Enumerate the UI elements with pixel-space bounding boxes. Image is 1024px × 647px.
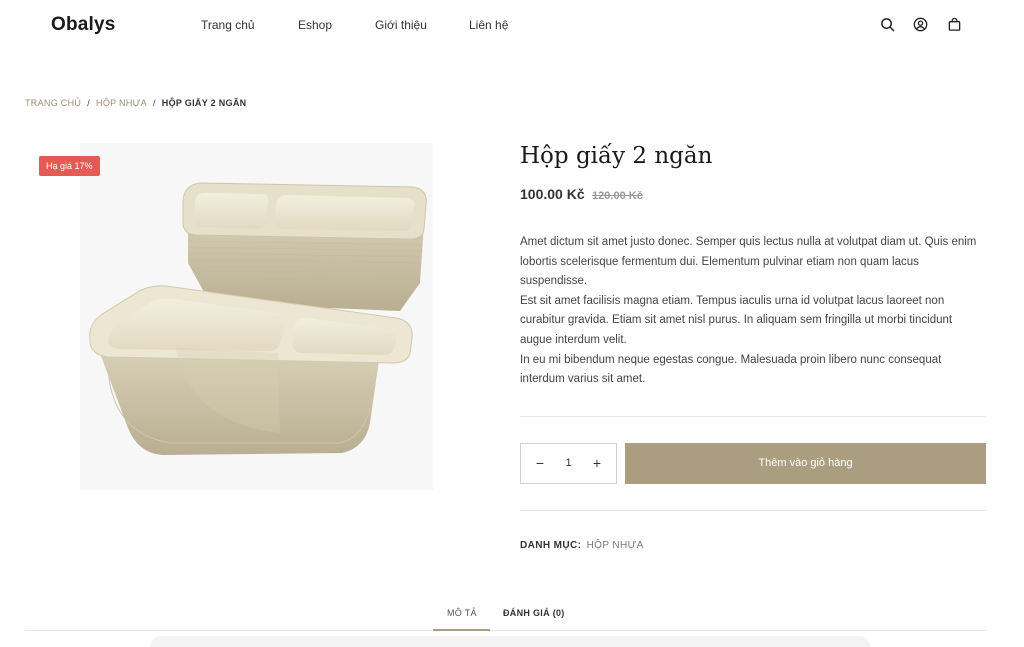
old-price: 120.00 Kč [592, 190, 643, 202]
product-description: Amet dictum sit amet justo donec. Semper… [520, 233, 986, 390]
tab-description[interactable]: MÔ TẢ [447, 608, 477, 618]
current-price: 100.00 Kč [520, 186, 585, 202]
sale-badge: Hạ giá 17% [39, 156, 100, 176]
quantity-stepper: − + [520, 443, 617, 484]
nav-item-eshop[interactable]: Eshop [298, 18, 332, 32]
breadcrumb-home[interactable]: TRANG CHỦ [25, 98, 81, 108]
breadcrumb-category[interactable]: HỘP NHỰA [96, 98, 147, 108]
search-icon[interactable] [880, 17, 895, 32]
add-to-cart-button[interactable]: Thêm vào giỏ hàng [625, 443, 986, 484]
content-shadow [150, 636, 870, 647]
divider [520, 416, 986, 417]
quantity-input[interactable] [551, 444, 586, 483]
nav-item-contact[interactable]: Liên hệ [469, 18, 508, 32]
cart-icon[interactable] [947, 17, 962, 32]
site-logo[interactable]: Obalys [51, 14, 116, 36]
product-title: Hộp giấy 2 ngăn [520, 143, 713, 169]
price-row: 100.00 Kč 120.00 Kč [520, 186, 643, 204]
divider [520, 510, 986, 511]
quantity-increase-button[interactable]: + [582, 444, 612, 483]
tabs-divider [25, 630, 986, 631]
category-label: DANH MỤC: [520, 540, 582, 551]
site-header: Obalys Trang chủ Eshop Giới thiệu Liên h… [0, 0, 1024, 52]
breadcrumb-separator: / [152, 98, 156, 108]
category-link[interactable]: HỘP NHỰA [587, 540, 644, 551]
breadcrumb-separator: / [87, 98, 91, 108]
active-tab-indicator [433, 629, 490, 631]
breadcrumb-current: HỘP GIẤY 2 NGĂN [161, 98, 247, 108]
description-paragraph: Amet dictum sit amet justo donec. Semper… [520, 236, 977, 288]
product-image[interactable] [80, 143, 433, 490]
product-category: DANH MỤC: HỘP NHỰA [520, 540, 644, 551]
breadcrumb: TRANG CHỦ / HỘP NHỰA / HỘP GIẤY 2 NGĂN [25, 98, 246, 108]
user-icon[interactable] [913, 17, 928, 32]
nav-item-about[interactable]: Giới thiệu [375, 18, 427, 32]
description-paragraph: In eu mi bibendum neque egestas congue. … [520, 353, 942, 386]
nav-item-home[interactable]: Trang chủ [201, 18, 255, 32]
tab-reviews[interactable]: ĐÁNH GIÁ (0) [503, 608, 565, 618]
description-paragraph: Est sit amet facilisis magna etiam. Temp… [520, 294, 953, 346]
